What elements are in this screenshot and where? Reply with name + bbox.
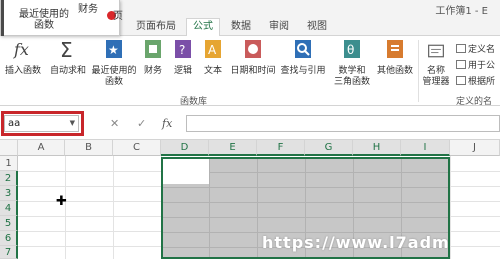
insert-function-button[interactable]: fx 插入函数 bbox=[2, 38, 44, 77]
row-header[interactable]: 3 bbox=[0, 186, 18, 201]
svg-text:?: ? bbox=[179, 43, 185, 57]
fx-icon: fx bbox=[13, 40, 29, 59]
math-trig-label: 数学和 三角函数 bbox=[333, 66, 370, 87]
logical-button[interactable]: ? 逻辑 bbox=[170, 38, 196, 77]
text-book-icon: A bbox=[205, 40, 221, 58]
column-header[interactable]: J bbox=[450, 140, 500, 156]
text-button[interactable]: A 文本 bbox=[200, 38, 226, 77]
theta-book-icon: θ bbox=[344, 40, 360, 58]
tab-review[interactable]: 审阅 bbox=[264, 19, 294, 36]
row-header[interactable]: 2 bbox=[0, 171, 18, 186]
row-header[interactable]: 1 bbox=[0, 156, 18, 171]
row-header[interactable]: 7 bbox=[0, 246, 18, 259]
date-time-label: 日期和时间 bbox=[230, 66, 276, 76]
name-manager-icon bbox=[428, 44, 444, 58]
formula-bar: aa ▼ ✕ ✓ fx bbox=[0, 106, 500, 140]
column-header[interactable]: G bbox=[305, 140, 353, 156]
popup-finance-item[interactable]: 财务 bbox=[73, 4, 103, 15]
svg-text:Σ: Σ bbox=[60, 38, 73, 60]
ribbon-formulas: fx 插入函数 Σ 自动求和 ★ 最近使用的 函数 财务 ? 逻辑 A 文本 日… bbox=[0, 36, 500, 107]
autosum-button[interactable]: Σ 自动求和 bbox=[46, 38, 90, 77]
popup-cut-text: 页 bbox=[113, 11, 123, 22]
cell-cursor-icon: ✚ bbox=[56, 194, 67, 209]
tab-formulas[interactable]: 公式 bbox=[186, 18, 220, 37]
finance-book-icon bbox=[145, 40, 161, 58]
define-name-item[interactable]: 定义名 bbox=[456, 42, 495, 55]
popup-recent-functions-item[interactable]: 最近使用的 函数 bbox=[19, 9, 69, 31]
watermark-text: https://www.l7adm bbox=[262, 233, 450, 252]
column-header[interactable]: B bbox=[65, 140, 113, 156]
insert-function-label: 插入函数 bbox=[4, 66, 41, 76]
recent-functions-button[interactable]: ★ 最近使用的 函数 bbox=[90, 38, 138, 88]
formula-icon bbox=[456, 60, 466, 69]
row-header[interactable]: 5 bbox=[0, 216, 18, 231]
more-functions-button[interactable]: 其他函数 bbox=[374, 38, 416, 77]
star-book-icon: ★ bbox=[106, 40, 122, 58]
autosum-label: 自动求和 bbox=[49, 66, 86, 76]
highlight-box bbox=[1, 111, 84, 136]
sigma-icon: Σ bbox=[60, 38, 73, 62]
formula-input[interactable] bbox=[186, 115, 500, 132]
select-all-corner[interactable] bbox=[0, 140, 18, 156]
lookup-reference-button[interactable]: 查找与引用 bbox=[278, 38, 328, 77]
range-grid-line bbox=[163, 187, 448, 188]
search-book-icon bbox=[295, 40, 311, 58]
range-grid-line bbox=[257, 159, 258, 257]
recent-functions-popup[interactable]: 最近使用的 函数 财务 页 bbox=[0, 0, 123, 36]
tab-view[interactable]: 视图 bbox=[302, 19, 332, 36]
tab-page-layout[interactable]: 页面布局 bbox=[134, 19, 178, 36]
more-functions-label: 其他函数 bbox=[376, 66, 413, 76]
lookup-reference-label: 查找与引用 bbox=[280, 66, 326, 76]
tab-data[interactable]: 数据 bbox=[226, 19, 256, 36]
svg-text:fx: fx bbox=[13, 40, 29, 59]
column-header[interactable]: E bbox=[209, 140, 257, 156]
text-label: 文本 bbox=[203, 66, 222, 76]
column-header[interactable]: I bbox=[401, 140, 450, 156]
date-time-button[interactable]: 日期和时间 bbox=[228, 38, 278, 77]
active-cell[interactable] bbox=[163, 159, 209, 184]
column-header[interactable]: H bbox=[353, 140, 401, 156]
more-book-icon bbox=[387, 40, 403, 58]
recent-functions-label: 最近使用的 函数 bbox=[91, 66, 137, 87]
name-manager-label: 名称 管理器 bbox=[422, 66, 450, 87]
finance-button[interactable]: 财务 bbox=[140, 38, 166, 77]
column-header[interactable]: D bbox=[161, 140, 209, 156]
finance-label: 财务 bbox=[143, 66, 162, 76]
popup-edge bbox=[1, 0, 4, 36]
enter-icon[interactable]: ✓ bbox=[137, 117, 146, 130]
question-book-icon: ? bbox=[175, 40, 191, 58]
cancel-icon[interactable]: ✕ bbox=[110, 117, 119, 130]
fx-icon[interactable]: fx bbox=[162, 117, 172, 130]
grid-icon bbox=[456, 76, 466, 85]
range-grid-line bbox=[163, 217, 448, 218]
svg-text:A: A bbox=[208, 43, 217, 57]
row-header[interactable]: 4 bbox=[0, 201, 18, 216]
tag-icon bbox=[456, 44, 466, 53]
column-header[interactable]: C bbox=[113, 140, 161, 156]
range-grid-line bbox=[163, 202, 448, 203]
ribbon-separator bbox=[418, 40, 419, 102]
row-header[interactable]: 6 bbox=[0, 231, 18, 246]
range-grid-line bbox=[209, 159, 210, 257]
name-manager-button[interactable]: 名称 管理器 bbox=[420, 42, 452, 88]
create-from-selection-item[interactable]: 根据所 bbox=[456, 74, 495, 87]
column-header[interactable]: A bbox=[18, 140, 65, 156]
svg-text:θ: θ bbox=[347, 43, 354, 57]
clock-book-icon bbox=[245, 40, 261, 58]
use-in-formula-item[interactable]: 用于公 bbox=[456, 58, 495, 71]
math-trig-button[interactable]: θ 数学和 三角函数 bbox=[330, 38, 374, 88]
window-title: 工作簿1 - E bbox=[435, 6, 488, 17]
column-header[interactable]: F bbox=[257, 140, 305, 156]
logical-label: 逻辑 bbox=[173, 66, 192, 76]
svg-text:★: ★ bbox=[108, 43, 119, 57]
